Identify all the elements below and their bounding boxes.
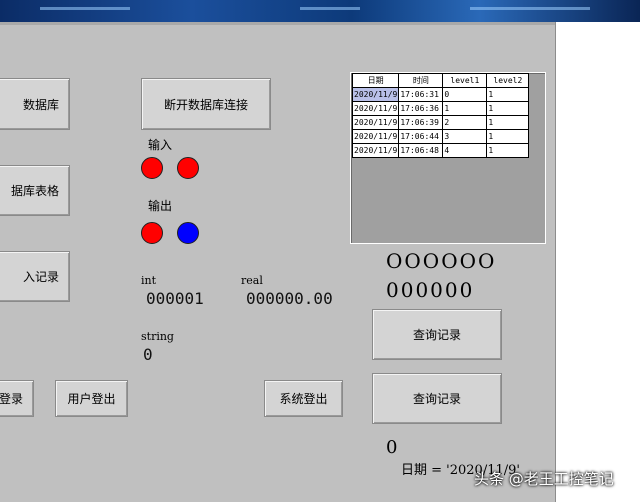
table-cell[interactable]: 2020/11/9 <box>351 87 400 102</box>
insert-record-button[interactable]: 入记录 <box>0 251 70 302</box>
database-table-button[interactable]: 据库表格 <box>0 165 70 216</box>
table-cell[interactable]: 1 <box>486 143 530 158</box>
table-cell[interactable]: 4 <box>442 143 488 158</box>
query-records-button-2[interactable]: 查询记录 <box>372 373 502 424</box>
input-indicator-2 <box>177 157 199 179</box>
int-label: int <box>141 274 157 287</box>
string-value: 0 <box>143 345 153 364</box>
table-cell[interactable]: 1 <box>442 101 488 116</box>
table-row[interactable]: 2020/11/9 17:06:31 0 1 <box>351 87 530 102</box>
table-row[interactable]: 2020/11/9 17:06:48 4 1 <box>351 143 530 158</box>
table-cell[interactable]: 1 <box>486 87 530 102</box>
column-header-time[interactable]: 时间 <box>398 73 444 88</box>
watermark: 头条 @老王工控笔记 <box>474 470 614 488</box>
title-bar-highlight <box>470 7 590 10</box>
title-bar-highlight <box>40 7 130 10</box>
login-button[interactable]: 登录 <box>0 380 34 417</box>
output-indicator-1 <box>141 222 163 244</box>
display-line-2: 000000 <box>386 278 475 302</box>
table-row[interactable]: 2020/11/9 17:06:36 1 1 <box>351 101 530 116</box>
system-logout-button[interactable]: 系统登出 <box>264 380 343 417</box>
real-label: real <box>241 274 263 287</box>
table-row[interactable]: 2020/11/9 17:06:39 2 1 <box>351 115 530 130</box>
title-bar-highlight <box>300 7 360 10</box>
real-value: 000000.00 <box>246 289 333 308</box>
table-cell[interactable]: 2020/11/9 <box>351 129 400 144</box>
table-cell[interactable]: 2020/11/9 <box>351 143 400 158</box>
table-cell[interactable]: 1 <box>486 115 530 130</box>
output-label: 输出 <box>148 199 173 213</box>
white-area <box>555 22 640 502</box>
user-logout-button[interactable]: 用户登出 <box>55 380 128 417</box>
table-cell[interactable]: 1 <box>486 129 530 144</box>
table-cell[interactable]: 2020/11/9 <box>351 115 400 130</box>
int-value: 000001 <box>146 289 204 308</box>
table-cell[interactable]: 17:06:36 <box>398 101 444 116</box>
output-indicator-2 <box>177 222 199 244</box>
table-cell[interactable]: 3 <box>442 129 488 144</box>
table-row[interactable]: 2020/11/9 17:06:44 3 1 <box>351 129 530 144</box>
display-zero: 0 <box>386 437 400 458</box>
column-header-date[interactable]: 日期 <box>351 73 400 88</box>
table-cell[interactable]: 17:06:48 <box>398 143 444 158</box>
input-label: 输入 <box>148 138 173 152</box>
display-line-1: OOOOOO <box>386 249 497 273</box>
table-cell[interactable]: 2 <box>442 115 488 130</box>
query-records-button[interactable]: 查询记录 <box>372 309 502 360</box>
table-cell[interactable]: 2020/11/9 <box>351 101 400 116</box>
table-header-row: 日期 时间 level1 level2 <box>351 73 530 88</box>
connect-database-button[interactable]: 数据库 <box>0 78 70 130</box>
string-label: string <box>141 330 174 343</box>
disconnect-database-button[interactable]: 断开数据库连接 <box>141 78 271 130</box>
table-cell[interactable]: 0 <box>442 87 488 102</box>
table-cell[interactable]: 17:06:31 <box>398 87 444 102</box>
table-cell[interactable]: 17:06:39 <box>398 115 444 130</box>
table-cell[interactable]: 17:06:44 <box>398 129 444 144</box>
window-title-bar <box>0 0 640 22</box>
column-header-level2[interactable]: level2 <box>486 73 530 88</box>
input-indicator-1 <box>141 157 163 179</box>
column-header-level1[interactable]: level1 <box>442 73 488 88</box>
table-cell[interactable]: 1 <box>486 101 530 116</box>
records-table[interactable]: 日期 时间 level1 level2 2020/11/9 17:06:31 0… <box>350 72 546 244</box>
